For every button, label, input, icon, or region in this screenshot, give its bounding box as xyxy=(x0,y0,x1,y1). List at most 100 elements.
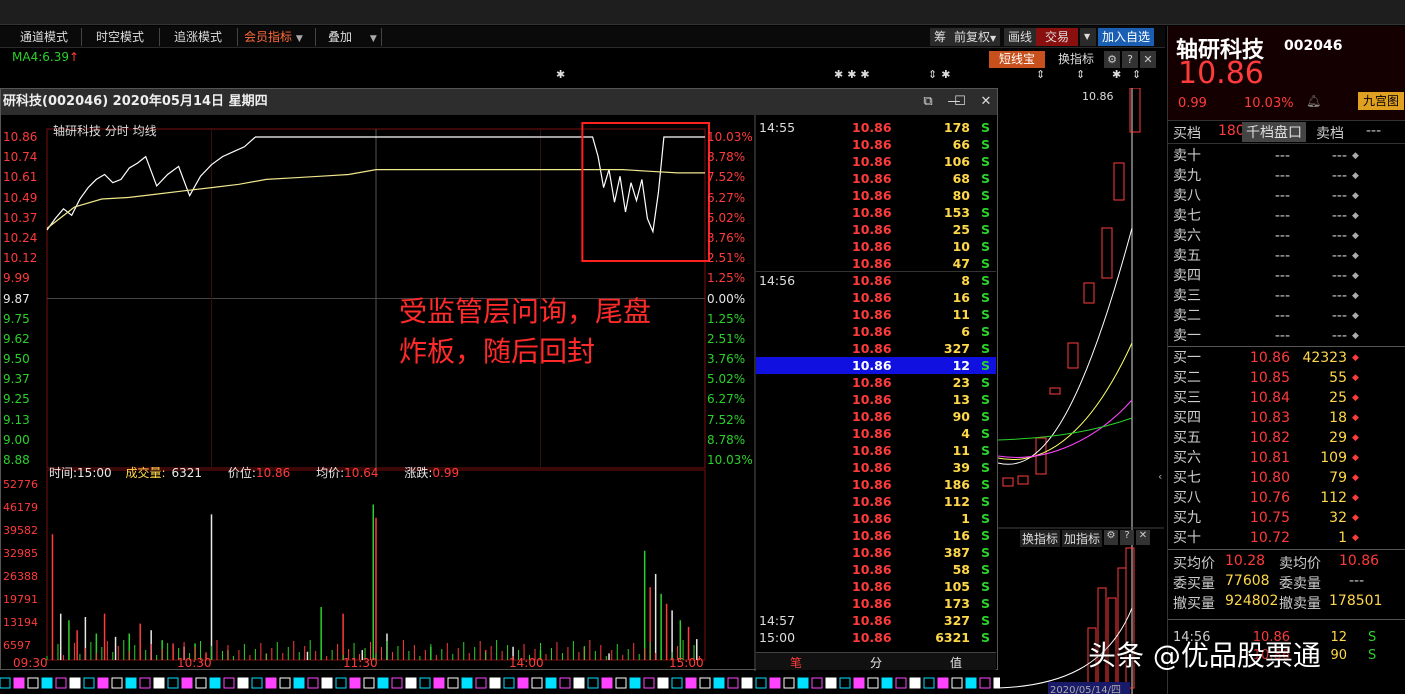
kline-chart[interactable]: 2020/05/14/四 xyxy=(998,88,1164,694)
event-marker-icon[interactable]: ⇕✱ xyxy=(928,68,954,81)
ask-row[interactable]: 卖三 --- --- ◆ xyxy=(1168,286,1405,306)
chips-button[interactable]: 筹 xyxy=(930,28,951,46)
close-icon[interactable]: ✕ xyxy=(1136,530,1150,545)
tab-spacetime-mode[interactable]: 时空模式 xyxy=(82,28,160,46)
tick-row[interactable]: 10.86 106 S xyxy=(756,153,996,170)
event-marker-icon[interactable]: ✱ xyxy=(1112,68,1121,81)
tick-row[interactable]: 10.86 387 S xyxy=(756,544,996,561)
bid-row[interactable]: 买八 10.76 112 ◆ xyxy=(1168,488,1405,508)
tick-row[interactable]: 10.86 90 S xyxy=(756,408,996,425)
bid-row[interactable]: 买四 10.83 18 ◆ xyxy=(1168,408,1405,428)
ask-label: 卖六 xyxy=(1173,228,1201,244)
tab-trades[interactable]: 笔 xyxy=(790,654,802,671)
time-tick-label: 09:30 xyxy=(13,656,48,670)
ask-row[interactable]: 卖十 --- --- ◆ xyxy=(1168,146,1405,166)
help-icon[interactable]: ? xyxy=(1120,530,1134,545)
tick-row[interactable]: 10.86 23 S xyxy=(756,374,996,391)
event-marker-icon[interactable]: ✱ xyxy=(556,68,565,81)
gear-icon[interactable]: ⚙ xyxy=(1104,51,1120,68)
tick-row[interactable]: 10.86 68 S xyxy=(756,170,996,187)
maximize-icon[interactable]: ☐ xyxy=(951,93,969,111)
intraday-chart[interactable] xyxy=(1,115,756,671)
add-watchlist-button[interactable]: 加入自选 xyxy=(1098,28,1155,46)
tick-row[interactable]: 10.86 11 S xyxy=(756,306,996,323)
bid-row[interactable]: 买十 10.72 1 ◆ xyxy=(1168,528,1405,548)
tick-row[interactable]: 10.86 12 S xyxy=(756,357,996,374)
tick-row[interactable]: 10.86 112 S xyxy=(756,493,996,510)
tab-value[interactable]: 值 xyxy=(950,654,962,671)
tick-row[interactable]: 10.86 58 S xyxy=(756,561,996,578)
tick-row[interactable]: 14:56 10.86 8 S xyxy=(756,272,996,289)
bid-row[interactable]: 买七 10.80 79 ◆ xyxy=(1168,468,1405,488)
tick-volume: 68 xyxy=(952,171,970,186)
tick-row[interactable]: 10.86 10 S xyxy=(756,238,996,255)
tick-row[interactable]: 10.86 186 S xyxy=(756,476,996,493)
tick-row[interactable]: 10.86 4 S xyxy=(756,425,996,442)
tick-row[interactable]: 10.86 105 S xyxy=(756,578,996,595)
tick-row[interactable]: 10.86 173 S xyxy=(756,595,996,612)
pct-tick-label: 5.02% xyxy=(707,210,746,225)
tab-channel-mode[interactable]: 通道模式 xyxy=(0,28,82,46)
event-marker-icon[interactable]: ⇕ xyxy=(1132,68,1141,81)
trade-dropdown-icon[interactable]: ▼ xyxy=(1080,28,1096,46)
tab-chase-mode[interactable]: 追涨模式 xyxy=(160,28,238,46)
short-line-button[interactable]: 短线宝 xyxy=(989,51,1045,68)
switch-indicator-button[interactable]: 换指标 xyxy=(1020,530,1061,547)
tab-minutes[interactable]: 分 xyxy=(870,654,882,671)
event-marker-icon[interactable]: ⇕ xyxy=(1076,68,1085,81)
tab-member-indicator[interactable]: 会员指标 ▼ xyxy=(238,28,316,46)
ask-row[interactable]: 卖二 --- --- ◆ xyxy=(1168,306,1405,326)
strip-bar xyxy=(181,677,193,689)
bid-row[interactable]: 买五 10.82 29 ◆ xyxy=(1168,428,1405,448)
tick-row[interactable]: 10.86 47 S xyxy=(756,255,996,272)
tick-row[interactable]: 10.86 16 S xyxy=(756,289,996,306)
add-indicator-button[interactable]: 加指标 xyxy=(1062,530,1103,547)
bid-row[interactable]: 买三 10.84 25 ◆ xyxy=(1168,388,1405,408)
close-icon[interactable]: ✕ xyxy=(1140,51,1156,68)
tick-row[interactable]: 14:55 10.86 178 S xyxy=(756,119,996,136)
ask-label: 卖九 xyxy=(1173,168,1201,184)
trade-button[interactable]: 交易 xyxy=(1036,28,1078,46)
tick-price: 10.86 xyxy=(852,290,892,305)
close-icon[interactable]: ✕ xyxy=(977,93,995,111)
event-marker-icon[interactable]: ⇕ xyxy=(1036,68,1045,81)
bid-row[interactable]: 买二 10.85 55 ◆ xyxy=(1168,368,1405,388)
tab-overlay[interactable]: 叠加 ▼ xyxy=(316,28,382,46)
tick-row[interactable]: 10.86 25 S xyxy=(756,221,996,238)
strip-bar xyxy=(657,677,669,689)
tick-row[interactable]: 14:57 10.86 327 S xyxy=(756,612,996,629)
adjust-button[interactable]: 前复权▼ xyxy=(950,28,1001,46)
ask-row[interactable]: 卖五 --- --- ◆ xyxy=(1168,246,1405,266)
tick-row[interactable]: 10.86 39 S xyxy=(756,459,996,476)
restore-icon[interactable]: ⧉ xyxy=(919,93,937,111)
help-icon[interactable]: ? xyxy=(1122,51,1138,68)
nine-grid-button[interactable]: 九宫图 xyxy=(1358,92,1404,110)
ask-row[interactable]: 卖一 --- --- ◆ xyxy=(1168,326,1405,346)
y-tick-label: 8.88 xyxy=(3,453,30,467)
tick-row[interactable]: 10.86 66 S xyxy=(756,136,996,153)
bid-row[interactable]: 买九 10.75 32 ◆ xyxy=(1168,508,1405,528)
tick-row[interactable]: 15:00 10.86 6321 S xyxy=(756,629,996,646)
draw-line-button[interactable]: 画线 xyxy=(1004,28,1037,46)
tick-row[interactable]: 10.86 153 S xyxy=(756,204,996,221)
ask-row[interactable]: 卖四 --- --- ◆ xyxy=(1168,266,1405,286)
depth-panel-button[interactable]: 千档盘口 xyxy=(1242,122,1306,142)
bid-row[interactable]: 买一 10.86 42323 ◆ xyxy=(1168,348,1405,368)
bid-row[interactable]: 买六 10.81 109 ◆ xyxy=(1168,448,1405,468)
tick-row[interactable]: 10.86 1 S xyxy=(756,510,996,527)
ask-row[interactable]: 卖六 --- --- ◆ xyxy=(1168,226,1405,246)
ask-row[interactable]: 卖七 --- --- ◆ xyxy=(1168,206,1405,226)
collapse-arrow-icon[interactable]: ‹ xyxy=(1158,470,1162,483)
ask-row[interactable]: 卖九 --- --- ◆ xyxy=(1168,166,1405,186)
tick-row[interactable]: 10.86 327 S xyxy=(756,340,996,357)
event-marker-icon[interactable]: ✱✱✱ xyxy=(834,68,874,81)
gear-icon[interactable]: ⚙ xyxy=(1104,530,1118,545)
bell-icon[interactable]: 🔔︎ xyxy=(1306,94,1321,108)
tick-row[interactable]: 10.86 11 S xyxy=(756,442,996,459)
tick-row[interactable]: 10.86 6 S xyxy=(756,323,996,340)
tick-row[interactable]: 10.86 80 S xyxy=(756,187,996,204)
tick-row[interactable]: 10.86 13 S xyxy=(756,391,996,408)
ask-row[interactable]: 卖八 --- --- ◆ xyxy=(1168,186,1405,206)
switch-indicator-button[interactable]: 换指标 xyxy=(1050,51,1102,68)
tick-row[interactable]: 10.86 16 S xyxy=(756,527,996,544)
